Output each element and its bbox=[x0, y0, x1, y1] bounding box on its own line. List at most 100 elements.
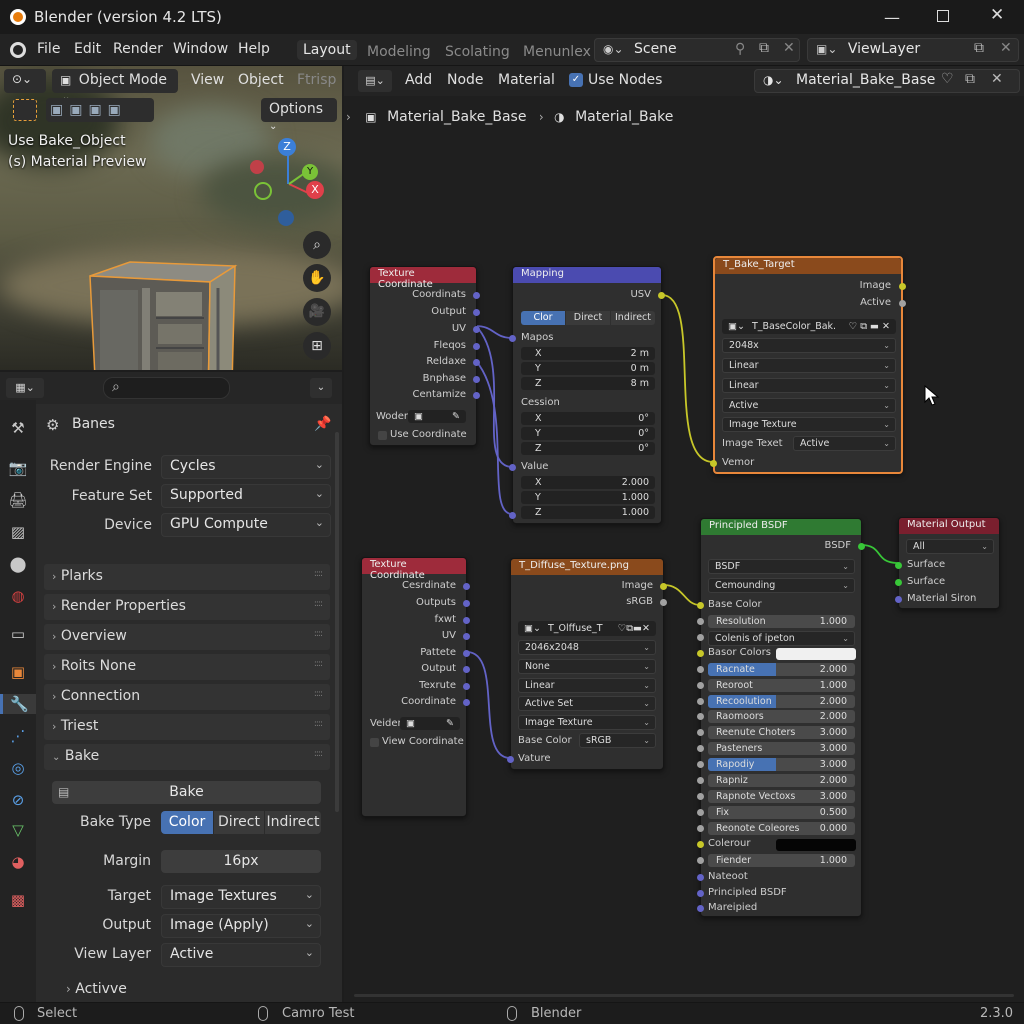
object-field[interactable]: ▣ ✎ bbox=[408, 410, 466, 423]
grip-icon[interactable]: :::: bbox=[314, 659, 323, 669]
menu-edit[interactable]: Edit bbox=[74, 41, 101, 57]
vector-field[interactable]: Y 1.000 bbox=[521, 491, 655, 504]
output-socket[interactable] bbox=[660, 583, 667, 590]
projection-dropdown[interactable]: Linear ⌄ bbox=[722, 378, 896, 393]
output-socket[interactable] bbox=[463, 617, 470, 624]
close-icon[interactable]: ✕ bbox=[990, 5, 1004, 25]
bsdf-slider[interactable]: Recoolution 2.000 bbox=[708, 695, 855, 708]
extension-dropdown[interactable]: Active ⌄ bbox=[722, 398, 896, 413]
grip-icon[interactable]: :::: bbox=[314, 629, 323, 639]
output-socket[interactable] bbox=[463, 683, 470, 690]
menu-object[interactable]: Object bbox=[238, 72, 284, 88]
texture-icon[interactable]: ▩ bbox=[8, 890, 28, 910]
vector-field[interactable]: Z 0° bbox=[521, 442, 655, 455]
bsdf-slider[interactable]: Pasteners 3.000 bbox=[708, 742, 855, 755]
world-icon[interactable]: ◍ bbox=[8, 586, 28, 606]
target-dropdown[interactable]: Image Textures ⌄ bbox=[161, 885, 321, 909]
navigation-gizmo[interactable]: Z Y X bbox=[240, 136, 330, 226]
output-socket[interactable] bbox=[473, 343, 480, 350]
distribution-dropdown[interactable]: BSDF ⌄ bbox=[708, 559, 855, 574]
node-texture-coordinate-2[interactable]: Texture Coordinate Cesrdinate Outputs fx… bbox=[361, 557, 470, 817]
resolution-dropdown[interactable]: 2046x2048 ⌄ bbox=[518, 640, 656, 655]
output-dropdown[interactable]: Image (Apply) ⌄ bbox=[161, 914, 321, 938]
input-socket[interactable] bbox=[697, 682, 704, 689]
vector-field[interactable]: Y 0 m bbox=[521, 362, 655, 375]
gizmo-x-axis[interactable]: X bbox=[306, 181, 324, 199]
input-socket[interactable] bbox=[697, 618, 704, 625]
select-mode-group[interactable]: ▣▣▣▣ bbox=[46, 98, 154, 122]
options-dropdown[interactable]: Options ⌄ bbox=[261, 98, 337, 132]
panel-connection[interactable]: › Connection:::: bbox=[44, 684, 330, 710]
bsdf-slider[interactable]: Fiender 1.000 bbox=[708, 854, 855, 867]
gizmo-z-axis[interactable]: Z bbox=[278, 138, 296, 156]
output-socket[interactable] bbox=[660, 599, 667, 606]
scene-icon[interactable]: ⬤ bbox=[8, 554, 28, 574]
output-socket[interactable] bbox=[463, 650, 470, 657]
bsdf-slider[interactable]: Reonote Coleores 0.000 bbox=[708, 822, 855, 835]
node-texture-coordinate-1[interactable]: Texture Coordinate Coordinats Output UV … bbox=[369, 266, 480, 446]
remove-layer-icon[interactable]: ✕ bbox=[1000, 40, 1012, 56]
projection-dropdown[interactable]: Linear ⌄ bbox=[518, 678, 656, 693]
input-socket[interactable] bbox=[697, 745, 704, 752]
view-layer-selector[interactable]: ▣⌄ ViewLayer ⧉ ✕ bbox=[807, 38, 1019, 62]
panel-overview[interactable]: › Overview:::: bbox=[44, 624, 330, 650]
menu-file[interactable]: File bbox=[37, 41, 60, 57]
view-layer-dropdown[interactable]: Active ⌄ bbox=[161, 943, 321, 967]
output-socket[interactable] bbox=[463, 633, 470, 640]
panel-roits-none[interactable]: › Roits None:::: bbox=[44, 654, 330, 680]
output-socket[interactable] bbox=[463, 666, 470, 673]
color-swatch[interactable] bbox=[776, 839, 856, 851]
particles-icon[interactable]: ⋰ bbox=[8, 726, 28, 746]
input-socket[interactable] bbox=[697, 809, 704, 816]
node-bake-target[interactable]: T_Bake_Target Image Active ▣⌄ T_BaseColo… bbox=[710, 256, 906, 474]
properties-editor-type-icon[interactable]: ▦⌄ bbox=[6, 378, 44, 398]
node-header[interactable]: Texture Coordinate bbox=[370, 267, 476, 290]
resolution-dropdown[interactable]: 2048x ⌄ bbox=[722, 338, 896, 353]
bsdf-slider[interactable]: Raomoors 2.000 bbox=[708, 710, 855, 723]
margin-field[interactable]: 16px bbox=[161, 850, 321, 873]
node-mapping[interactable]: Mapping USV Clor Direct Indirect Mapos X… bbox=[509, 266, 665, 524]
input-socket[interactable] bbox=[697, 857, 704, 864]
tab-layout[interactable]: Layout bbox=[297, 40, 357, 60]
input-socket[interactable] bbox=[697, 777, 704, 784]
tab-modeling[interactable]: Modeling bbox=[367, 44, 431, 60]
node-header[interactable]: T_Diffuse_Texture.png bbox=[511, 559, 663, 575]
material-icon[interactable]: ◕ bbox=[8, 852, 28, 872]
object-icon[interactable]: ▣ bbox=[8, 662, 28, 682]
view-coordinate-checkbox[interactable] bbox=[370, 738, 379, 747]
bsdf-slider[interactable]: Fix 0.500 bbox=[708, 806, 855, 819]
render-icon[interactable]: 📷 bbox=[8, 458, 28, 478]
node-principled-bsdf[interactable]: Principled BSDF BSDF BSDF ⌄ Cemounding ⌄ B… bbox=[697, 518, 865, 917]
menu-window[interactable]: Window bbox=[173, 41, 228, 57]
bake-button[interactable]: ▤ Bake bbox=[52, 781, 321, 804]
image-texet-dropdown[interactable]: Active ⌄ bbox=[793, 436, 896, 451]
output-socket[interactable] bbox=[463, 699, 470, 706]
grip-icon[interactable]: :::: bbox=[314, 719, 323, 729]
bsdf-dropdown[interactable]: Colenis of ipeton ⌄ bbox=[708, 631, 855, 646]
bsdf-slider[interactable]: Rapniz 2.000 bbox=[708, 774, 855, 787]
bsdf-slider[interactable]: Rapnote Vectoxs 3.000 bbox=[708, 790, 855, 803]
image-actions-icons[interactable]: ♡ ⧉ ▬ ✕ bbox=[849, 319, 890, 334]
properties-scrollbar[interactable] bbox=[335, 432, 339, 812]
input-socket[interactable] bbox=[697, 793, 704, 800]
input-socket[interactable] bbox=[697, 698, 704, 705]
output-socket[interactable] bbox=[899, 283, 906, 290]
scene-selector[interactable]: ◉⌄ Scene ⚲ ⧉ ✕ bbox=[594, 38, 800, 62]
input-socket[interactable] bbox=[697, 825, 704, 832]
input-socket[interactable] bbox=[697, 905, 704, 912]
interpolation-dropdown[interactable]: Linear ⌄ bbox=[722, 358, 896, 373]
properties-search-input[interactable]: ⌕ bbox=[103, 377, 230, 399]
input-socket[interactable] bbox=[697, 841, 704, 848]
node-header[interactable]: Texture Coordinate bbox=[362, 558, 466, 581]
bsdf-slider[interactable]: Reenute Choters 3.000 bbox=[708, 726, 855, 739]
tool-icon[interactable]: ⚒ bbox=[8, 418, 28, 438]
grip-icon[interactable]: :::: bbox=[314, 569, 323, 579]
render-engine-dropdown[interactable]: Cycles ⌄ bbox=[161, 455, 331, 479]
colorspace-dropdown[interactable]: sRGB ⌄ bbox=[579, 733, 656, 748]
eyedropper-icon[interactable]: ✎ bbox=[446, 717, 454, 730]
node-header[interactable]: Mapping bbox=[513, 267, 661, 283]
zoom-icon[interactable]: ⌕ bbox=[303, 231, 331, 259]
pin-icon[interactable]: 📌 bbox=[314, 416, 331, 432]
input-socket[interactable] bbox=[697, 666, 704, 673]
image-selector[interactable]: ▣⌄ T_BaseColor_Bak. ♡ ⧉ ▬ ✕ bbox=[722, 319, 896, 334]
